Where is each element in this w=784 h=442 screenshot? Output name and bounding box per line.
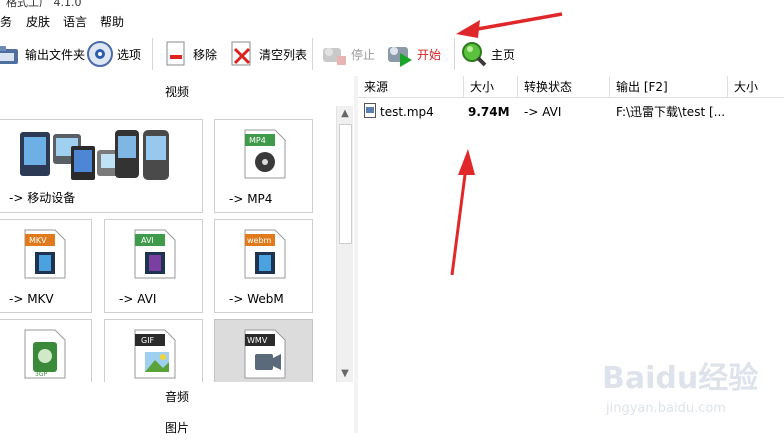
folder-icon [0,40,22,68]
webm-file-icon: webm [243,228,287,283]
clear-list-label: 清空列表 [259,47,308,62]
gif-badge-text: GIF [141,336,155,345]
row-out-size [734,102,784,122]
remove-label: 移除 [193,47,218,62]
scroll-down-arrow-icon[interactable]: ▼ [337,366,353,382]
row-output: F:\迅雷下载\test [... [616,105,726,119]
tiles-scrollbar[interactable]: ▲ ▼ [336,106,353,382]
mkv-badge-text: MKV [29,236,47,245]
toolbar-separator [454,38,455,70]
column-source[interactable]: 来源 [358,76,464,98]
mkv-file-icon: MKV [23,228,67,283]
section-image[interactable]: 图片 [0,414,354,442]
tile-webm[interactable]: webm -> WebM [214,219,313,313]
stop-icon [320,40,348,68]
tile-wmv[interactable]: WMV [214,319,313,382]
gif-file-icon: GIF [133,328,177,382]
tile-label: -> MP4 [229,192,273,206]
row-size: 9.74M [468,105,510,119]
scrollbar-thumb[interactable] [339,124,352,244]
webm-badge-text: webm [247,236,272,245]
menu-help[interactable]: 帮助 [100,13,124,30]
3gp-file-icon: 3GP [23,328,67,382]
menu-language[interactable]: 语言 [63,13,87,30]
avi-file-icon: AVI [133,228,177,283]
column-out-size[interactable]: 大小 [728,76,784,98]
tile-mkv[interactable]: MKV -> MKV [0,219,92,313]
start-icon [386,40,414,68]
menu-skin[interactable]: 皮肤 [26,13,50,30]
toolbar-separator [152,38,153,70]
clear-list-button[interactable]: 清空列表 [228,38,307,70]
title-bar: 格式工厂 4.1.0 [0,0,784,8]
options-button[interactable]: 选项 [86,38,141,70]
clear-list-icon [228,40,256,68]
home-label: 主页 [491,47,516,62]
tile-label: -> 移动设备 [9,191,76,205]
tile-mp4[interactable]: MP4 -> MP4 [214,119,313,213]
output-folder-label: 输出文件夹 [25,47,86,62]
window-title: 格式工厂 4.1.0 [6,0,82,8]
menu-bar: 务 皮肤 语言 帮助 [0,10,784,32]
tile-label: -> MKV [9,292,54,306]
start-label: 开始 [417,47,442,62]
avi-badge-text: AVI [141,236,154,245]
gear-icon [86,40,114,68]
section-video[interactable]: 视频 [0,78,354,106]
tile-avi[interactable]: AVI -> AVI [104,219,203,313]
tile-mobile-devices[interactable]: -> 移动设备 [0,119,203,213]
tile-label: -> WebM [229,292,284,306]
mobile-devices-icon [15,124,175,187]
tile-3gp[interactable]: 3GP [0,319,92,382]
row-status: -> AVI [524,105,562,119]
column-size[interactable]: 大小 [464,76,518,98]
start-button[interactable]: 开始 [386,38,441,70]
stop-button[interactable]: 停止 [320,38,375,70]
row-source: test.mp4 [380,105,434,119]
home-button[interactable]: 主页 [460,38,515,70]
remove-button[interactable]: 移除 [162,38,217,70]
column-status[interactable]: 转换状态 [518,76,610,98]
tile-gif[interactable]: GIF [104,319,203,382]
file-icon [364,103,378,123]
video-tiles: -> 移动设备 MP4 -> MP4 MKV -> MKV AVI -> AVI… [0,106,336,382]
menu-task[interactable]: 务 [0,13,12,30]
wmv-badge-text: WMV [247,336,268,345]
stop-label: 停止 [351,47,376,62]
left-panel: 视频 -> 移动设备 MP4 -> MP4 MKV -> MKV AVI -> … [0,76,354,442]
file-list: 来源 大小 转换状态 输出 [F2] 大小 test.mp4 9.74M -> … [358,76,784,433]
section-audio[interactable]: 音频 [0,383,354,411]
output-folder-button[interactable]: 输出文件夹 [0,38,85,70]
scroll-up-arrow-icon[interactable]: ▲ [337,106,353,122]
options-label: 选项 [117,47,142,62]
toolbar-separator [312,38,313,70]
column-output[interactable]: 输出 [F2] [610,76,728,98]
mp4-badge-text: MP4 [249,136,266,145]
3gp-badge-text: 3GP [35,371,47,378]
toolbar: 输出文件夹 选项 移除 清空列表 停止 开始 主页 [0,34,784,74]
remove-icon [162,40,190,68]
wmv-file-icon: WMV [243,328,287,382]
mp4-file-icon: MP4 [243,128,287,183]
tile-label: -> AVI [119,292,157,306]
home-icon [460,40,488,68]
